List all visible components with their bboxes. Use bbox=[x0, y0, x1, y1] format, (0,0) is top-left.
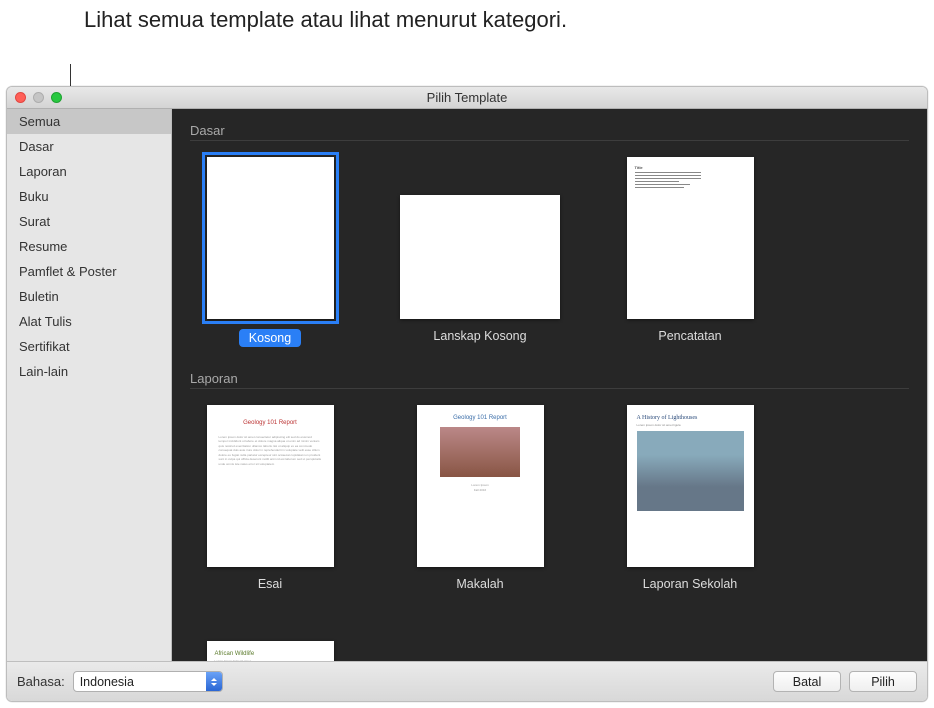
template-label: Laporan Sekolah bbox=[643, 577, 738, 591]
template-thumb: Title bbox=[627, 157, 754, 319]
language-select[interactable]: Indonesia bbox=[73, 671, 223, 692]
window-controls bbox=[15, 92, 62, 103]
sidebar-item-reports[interactable]: Laporan bbox=[7, 159, 171, 184]
template-thumb: Geology 101 Report Lorem ipsum dolor sit… bbox=[207, 405, 334, 567]
template-blank-landscape[interactable]: Lanskap Kosong bbox=[400, 157, 560, 347]
bottom-toolbar: Bahasa: Indonesia Batal Pilih bbox=[7, 661, 927, 701]
template-thumb bbox=[207, 157, 334, 319]
sidebar-item-newsletters[interactable]: Buletin bbox=[7, 284, 171, 309]
choose-button[interactable]: Pilih bbox=[849, 671, 917, 692]
sidebar-item-letters[interactable]: Surat bbox=[7, 209, 171, 234]
language-value: Indonesia bbox=[74, 675, 206, 689]
template-chooser-window: Pilih Template Semua Dasar Laporan Buku … bbox=[6, 86, 928, 702]
sidebar-item-resumes[interactable]: Resume bbox=[7, 234, 171, 259]
help-annotation: Lihat semua template atau lihat menurut … bbox=[84, 6, 567, 35]
template-blank[interactable]: Kosong bbox=[190, 157, 350, 347]
template-visual-report[interactable]: African Wildlife Lorem ipsum dolor sit a… bbox=[190, 641, 350, 661]
updown-icon bbox=[206, 672, 222, 691]
category-sidebar: Semua Dasar Laporan Buku Surat Resume Pa… bbox=[7, 109, 172, 661]
sidebar-item-certificates[interactable]: Sertifikat bbox=[7, 334, 171, 359]
cancel-button[interactable]: Batal bbox=[773, 671, 841, 692]
template-label: Esai bbox=[258, 577, 282, 591]
language-label: Bahasa: bbox=[17, 674, 65, 689]
sidebar-item-misc[interactable]: Lain-lain bbox=[7, 359, 171, 384]
close-icon[interactable] bbox=[15, 92, 26, 103]
template-label: Makalah bbox=[456, 577, 503, 591]
minimize-icon bbox=[33, 92, 44, 103]
window-title: Pilih Template bbox=[427, 90, 508, 105]
template-label: Pencatatan bbox=[658, 329, 721, 343]
sidebar-item-books[interactable]: Buku bbox=[7, 184, 171, 209]
section-header-reports: Laporan bbox=[190, 367, 909, 389]
template-thumb: African Wildlife Lorem ipsum dolor sit a… bbox=[207, 641, 334, 661]
template-grid: Dasar Kosong Lanskap Kosong Title bbox=[172, 109, 927, 661]
template-label: Lanskap Kosong bbox=[433, 329, 526, 343]
template-school-report[interactable]: A History of Lighthouses Lorem ipsum dol… bbox=[610, 405, 770, 591]
section-header-basic: Dasar bbox=[190, 119, 909, 141]
template-thumb: Geology 101 Report Lorem IpsumFall 2016 bbox=[417, 405, 544, 567]
template-label: Kosong bbox=[239, 329, 301, 347]
sidebar-item-all[interactable]: Semua bbox=[7, 109, 171, 134]
sidebar-item-stationery[interactable]: Alat Tulis bbox=[7, 309, 171, 334]
template-note-taking[interactable]: Title Pencatatan bbox=[610, 157, 770, 347]
sidebar-item-basic[interactable]: Dasar bbox=[7, 134, 171, 159]
sidebar-item-flyers[interactable]: Pamflet & Poster bbox=[7, 259, 171, 284]
template-essay[interactable]: Geology 101 Report Lorem ipsum dolor sit… bbox=[190, 405, 350, 591]
titlebar: Pilih Template bbox=[7, 87, 927, 109]
template-research-paper[interactable]: Geology 101 Report Lorem IpsumFall 2016 … bbox=[400, 405, 560, 591]
template-thumb: A History of Lighthouses Lorem ipsum dol… bbox=[627, 405, 754, 567]
zoom-icon[interactable] bbox=[51, 92, 62, 103]
template-thumb bbox=[400, 195, 560, 319]
